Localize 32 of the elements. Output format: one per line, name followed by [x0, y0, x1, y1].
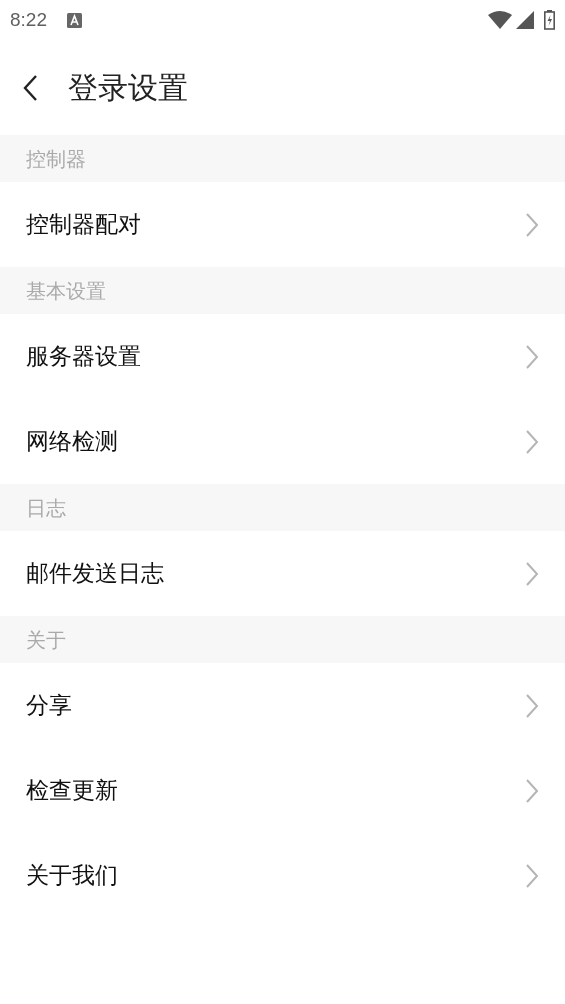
row-label: 分享 — [26, 691, 72, 721]
row-label: 关于我们 — [26, 861, 118, 891]
chevron-right-icon — [525, 428, 539, 455]
settings-row[interactable]: 检查更新 — [0, 748, 565, 833]
row-label: 邮件发送日志 — [26, 559, 164, 589]
settings-row[interactable]: 分享 — [0, 663, 565, 748]
chevron-right-icon — [525, 343, 539, 370]
keyboard-notification-icon — [67, 12, 82, 28]
wifi-icon — [488, 11, 512, 29]
section-header: 控制器 — [0, 135, 565, 182]
settings-row[interactable]: 邮件发送日志 — [0, 531, 565, 616]
row-label: 网络检测 — [26, 427, 118, 457]
back-icon[interactable] — [22, 73, 38, 102]
chevron-right-icon — [525, 692, 539, 719]
chevron-right-icon — [525, 862, 539, 889]
page-title: 登录设置 — [68, 69, 188, 107]
row-label: 服务器设置 — [26, 342, 141, 372]
chevron-right-icon — [525, 560, 539, 587]
settings-row[interactable]: 服务器设置 — [0, 314, 565, 399]
row-label: 控制器配对 — [26, 210, 141, 240]
settings-row[interactable]: 控制器配对 — [0, 182, 565, 267]
settings-row[interactable]: 关于我们 — [0, 833, 565, 918]
section-header: 日志 — [0, 484, 565, 531]
section-header: 基本设置 — [0, 267, 565, 314]
battery-icon — [544, 10, 555, 30]
signal-icon — [516, 11, 534, 29]
settings-row[interactable]: 网络检测 — [0, 399, 565, 484]
chevron-right-icon — [525, 211, 539, 238]
chevron-right-icon — [525, 777, 539, 804]
status-time: 8:22 — [10, 7, 47, 32]
section-header: 关于 — [0, 616, 565, 663]
row-label: 检查更新 — [26, 776, 118, 806]
